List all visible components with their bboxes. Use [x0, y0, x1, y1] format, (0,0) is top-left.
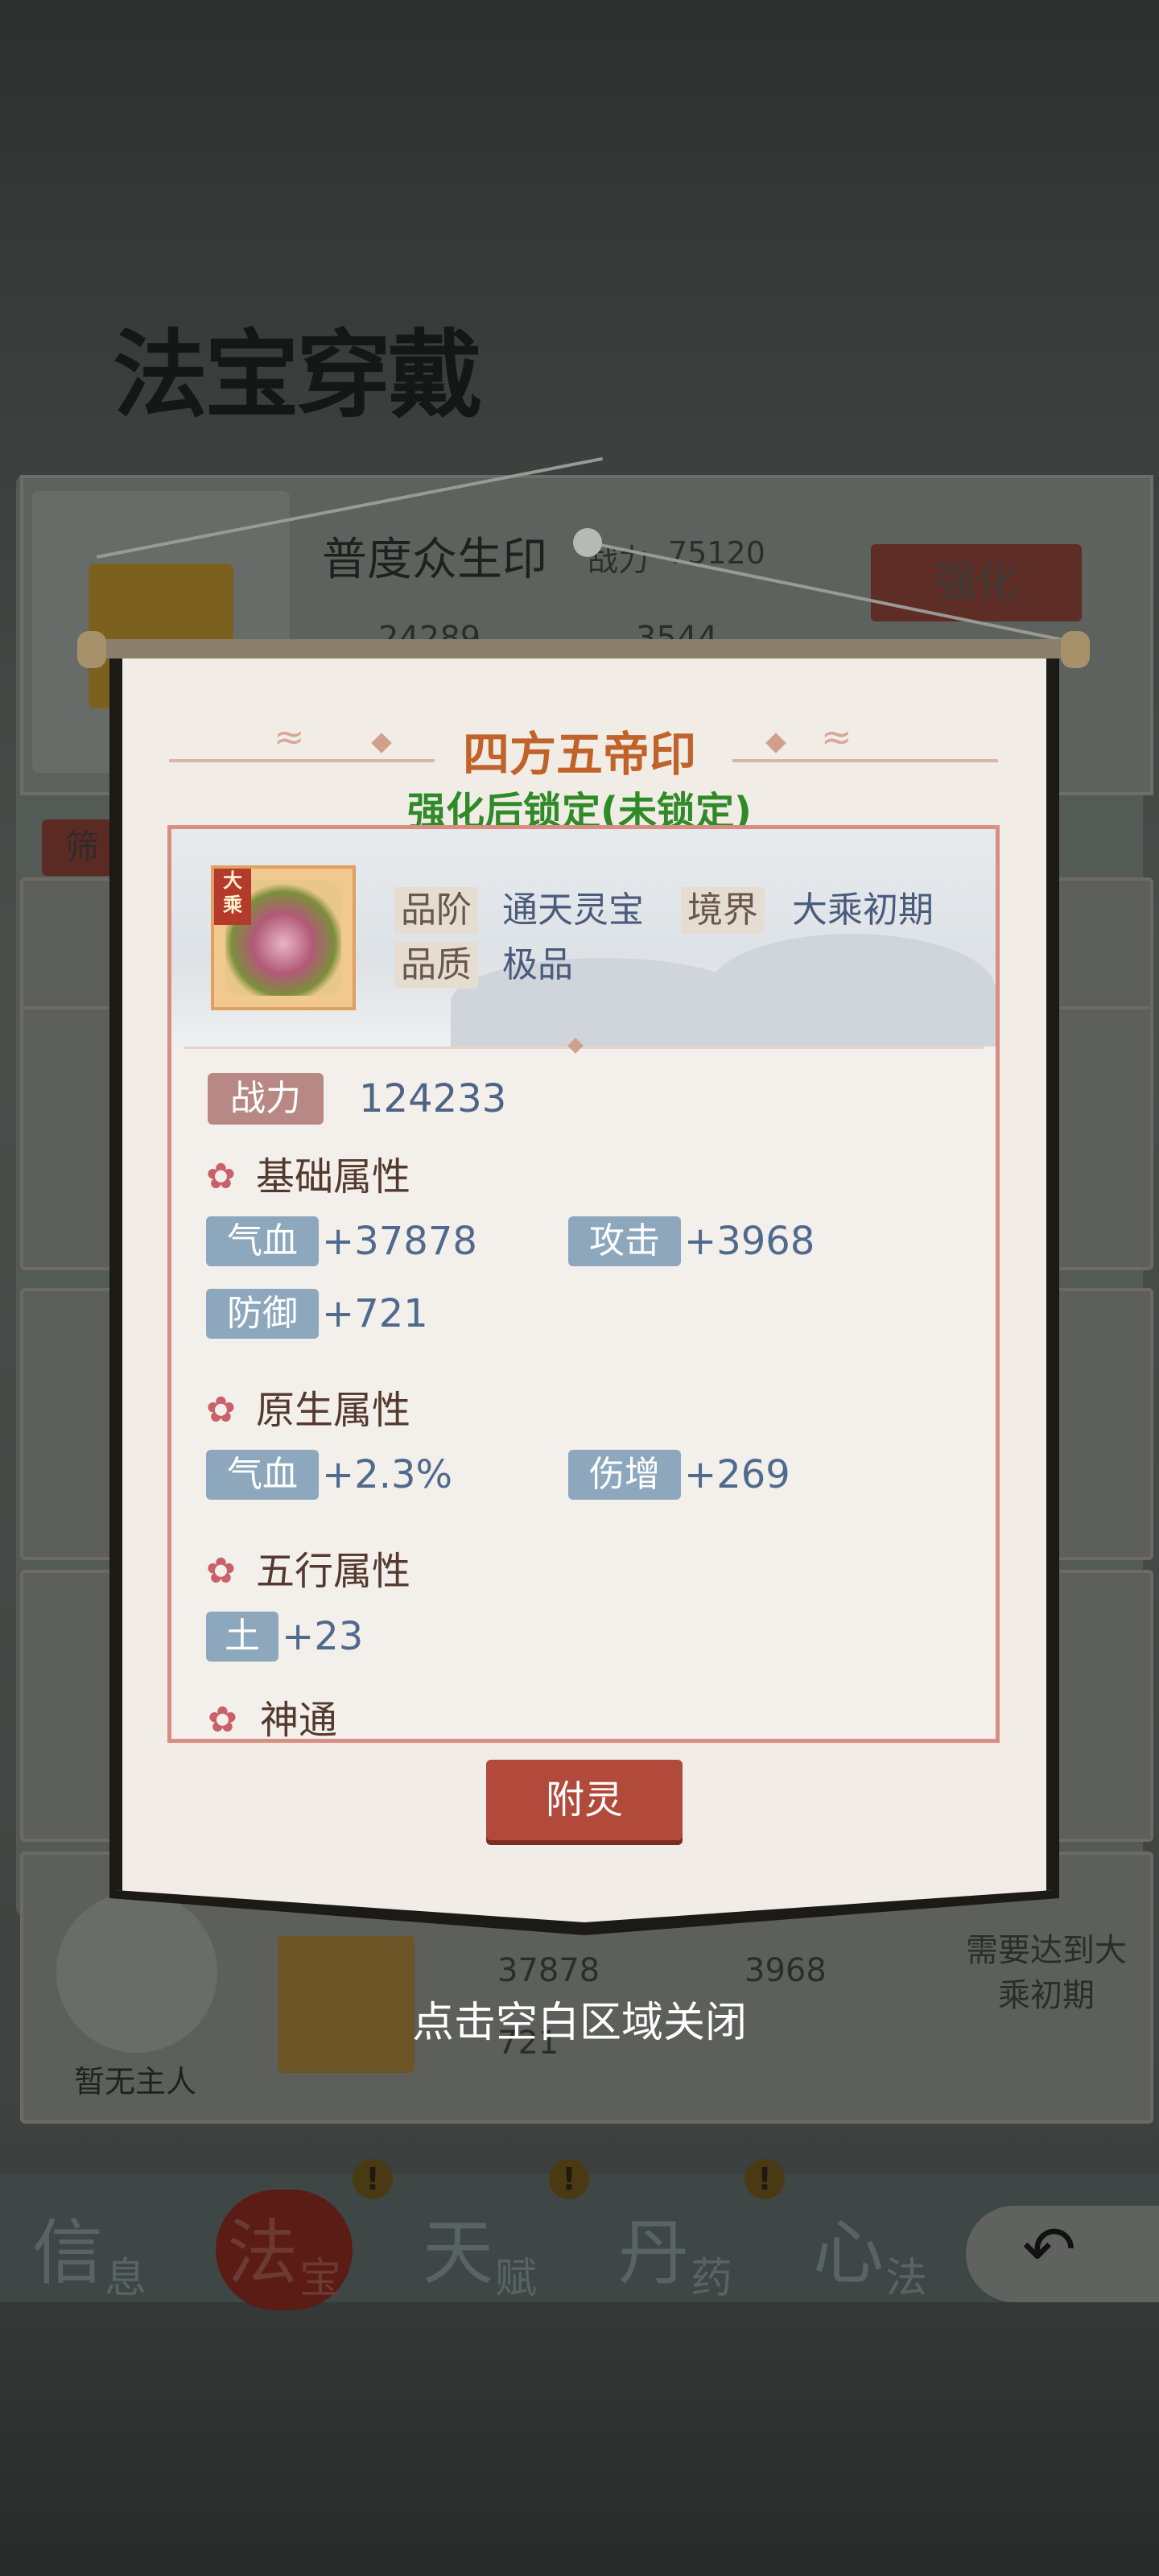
- rod-end-cap: [1061, 631, 1090, 668]
- tab-talent-char: 天: [423, 2211, 494, 2294]
- quality-value: 极品: [502, 944, 573, 985]
- equipped-item-name: 普度众生印: [322, 534, 547, 586]
- header-divider: [184, 1046, 984, 1049]
- divine-abilities-title: 神通: [260, 1698, 338, 1739]
- hanging-pin-icon: [573, 528, 602, 557]
- close-hint-text[interactable]: 点击空白区域关闭: [0, 1988, 1159, 2049]
- realm-value: 大乘初期: [792, 890, 934, 931]
- tab-method-char: 心: [813, 2211, 885, 2294]
- stat-value: +23: [282, 1614, 364, 1659]
- back-button[interactable]: ↶: [966, 2206, 1159, 2302]
- divine-section-clip: ✿ 神通: [171, 1695, 996, 1739]
- power-label: 战力: [208, 1073, 324, 1125]
- tab-treasure-char: 法: [227, 2211, 299, 2294]
- tab-talent-sub: 赋: [495, 2255, 538, 2303]
- tab-pill-char: 丹: [618, 2211, 690, 2294]
- stat-value: +3968: [684, 1219, 815, 1264]
- row-stat-1: 37878: [497, 1952, 600, 1989]
- flower-icon: ✿: [206, 1389, 236, 1430]
- grade-value: 通天灵宝: [502, 890, 644, 931]
- stat-label: 气血: [206, 1450, 319, 1500]
- realm-label: 境界: [681, 887, 765, 934]
- basic-attributes-title: 基础属性: [256, 1154, 411, 1199]
- power-value: 124233: [359, 1076, 507, 1121]
- tab-info[interactable]: 信 息: [16, 2182, 209, 2303]
- flower-icon: ✿: [208, 1699, 237, 1739]
- page-title: 法宝穿戴: [113, 319, 483, 431]
- stat-label: 气血: [206, 1216, 319, 1266]
- grade-label: 品阶: [394, 887, 478, 934]
- equipped-power-value: 75120: [668, 535, 765, 571]
- flower-icon: ✿: [206, 1156, 236, 1197]
- stat-value: +721: [322, 1291, 428, 1336]
- back-arrow-icon: ↶: [1022, 2212, 1077, 2287]
- alert-badge-icon: !: [353, 2159, 393, 2199]
- icon-realm-tag: 大乘: [214, 869, 251, 925]
- native-attributes-title: 原生属性: [256, 1388, 411, 1433]
- tab-pill-sub: 药: [691, 2255, 733, 2303]
- stat-label: 攻击: [568, 1216, 681, 1266]
- tab-treasure-sub: 宝: [299, 2255, 342, 2303]
- item-icon: 大乘: [211, 865, 356, 1010]
- stat-label: 防御: [206, 1289, 319, 1339]
- quality-label: 品质: [394, 942, 478, 989]
- tab-method-sub: 法: [885, 2255, 928, 2294]
- stat-value: +2.3%: [322, 1452, 453, 1497]
- flower-icon: ✿: [206, 1550, 236, 1591]
- stat-label: 土: [206, 1612, 278, 1662]
- mountain-decoration: [708, 934, 996, 1046]
- stat-value: +37878: [322, 1219, 477, 1264]
- owner-status: 暂无主人: [74, 2064, 197, 2099]
- tab-method[interactable]: 心 法: [797, 2182, 958, 2294]
- five-elements-title: 五行属性: [256, 1549, 411, 1594]
- stat-value: +269: [684, 1452, 790, 1497]
- tab-info-char: 信: [32, 2211, 104, 2294]
- strengthen-button[interactable]: 强化: [871, 544, 1082, 621]
- scroll-rod: [79, 639, 1088, 658]
- stat-label: 伤增: [568, 1450, 681, 1500]
- attach-spirit-button[interactable]: 附灵: [486, 1760, 683, 1840]
- row-stat-2: 3968: [744, 1952, 827, 1989]
- alert-badge-icon: !: [549, 2159, 589, 2199]
- rod-end-cap: [77, 631, 106, 668]
- alert-badge-icon: !: [744, 2159, 785, 2199]
- item-name-title: 四方五帝印: [462, 727, 696, 782]
- tab-info-sub: 息: [105, 2255, 147, 2303]
